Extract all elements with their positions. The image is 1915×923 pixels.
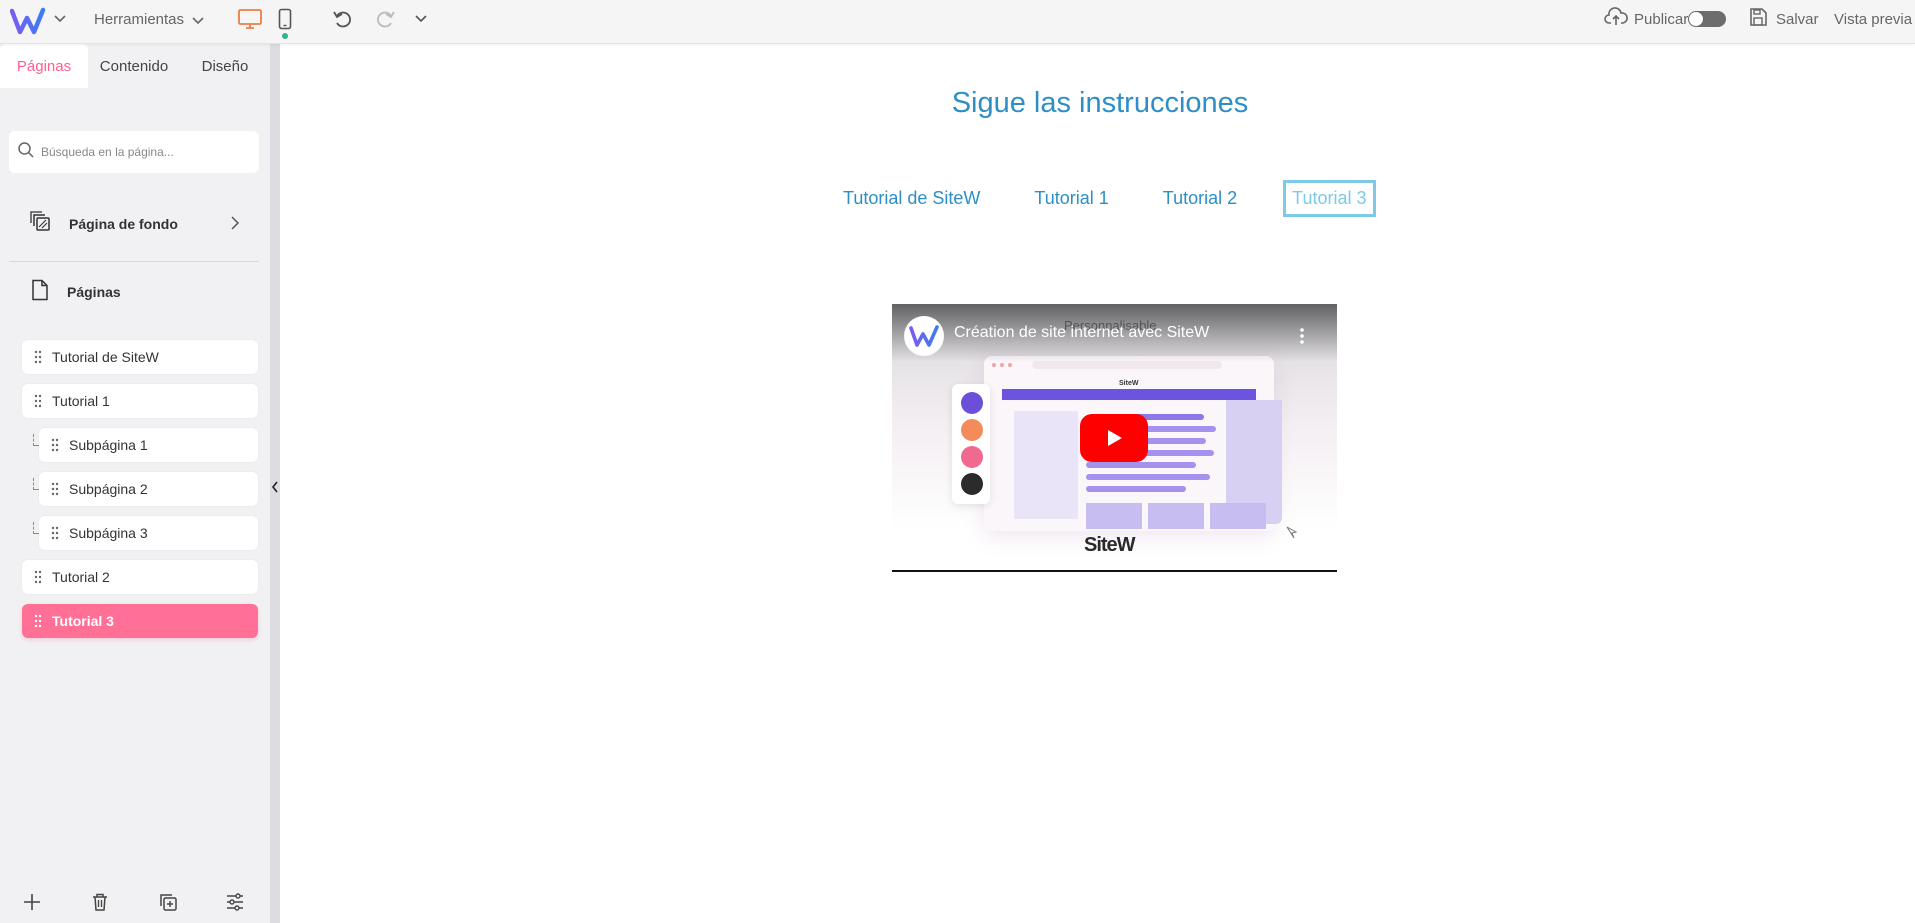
settings-sliders-icon[interactable] (223, 890, 247, 914)
page-item-label: Tutorial 2 (52, 569, 110, 585)
drag-handle-icon[interactable] (51, 482, 61, 496)
sidebar-panel: Páginas Contenido Diseño Página de fondo… (0, 44, 270, 923)
page-item-subpage-3[interactable]: Subpágina 3 (39, 516, 258, 550)
desktop-icon[interactable] (236, 6, 264, 32)
divider (9, 261, 259, 262)
publish-label: Publicar (1634, 10, 1689, 28)
page-search-input[interactable] (41, 145, 251, 159)
mobile-icon[interactable] (274, 6, 296, 32)
tab-pages[interactable]: Páginas (0, 44, 88, 88)
save-label: Salvar (1776, 10, 1819, 28)
channel-avatar[interactable] (904, 316, 944, 356)
pages-section-label: Páginas (67, 284, 121, 300)
page-item-tutorial-3[interactable]: Tutorial 3 (22, 604, 258, 638)
pages-section-header: Páginas (30, 274, 260, 310)
editor-canvas: Sigue las instrucciones Tutorial de Site… (280, 44, 1915, 923)
page-item-label: Subpágina 3 (69, 525, 148, 541)
drag-handle-icon[interactable] (34, 350, 44, 364)
trash-icon[interactable] (88, 890, 112, 914)
page-item-subpage-2[interactable]: Subpágina 2 (39, 472, 258, 506)
drag-handle-icon[interactable] (34, 570, 44, 584)
layers-icon (30, 210, 52, 238)
page-item-label: Tutorial 1 (52, 393, 110, 409)
cursor-icon (1286, 526, 1298, 540)
chevron-down-icon[interactable] (50, 8, 70, 30)
drag-handle-icon[interactable] (34, 614, 44, 628)
background-page-label: Página de fondo (69, 216, 178, 232)
top-toolbar: Herramientas Publicar Salvar Vista previ… (0, 0, 1915, 44)
play-button-icon[interactable] (1080, 414, 1148, 462)
tab-content[interactable]: Contenido (88, 44, 180, 88)
page-item-label: Subpágina 2 (69, 481, 148, 497)
sidebar-tabs: Páginas Contenido Diseño (0, 44, 270, 88)
nav-link-tutorial-1[interactable]: Tutorial 1 (1026, 182, 1116, 215)
publish-button[interactable]: Publicar (1604, 6, 1688, 32)
background-page-row[interactable]: Página de fondo (30, 206, 260, 242)
cloud-upload-icon (1604, 7, 1628, 31)
page-item-label: Tutorial 3 (52, 613, 114, 629)
page-item-tutorial-1[interactable]: Tutorial 1 (22, 384, 258, 418)
embedded-video[interactable]: SiteW Personnalisable Création de site i… (892, 304, 1337, 572)
sitew-logo-icon[interactable] (8, 4, 48, 38)
redo-icon[interactable] (370, 6, 400, 32)
tab-design[interactable]: Diseño (180, 44, 270, 88)
page-search-box (9, 131, 259, 173)
drag-handle-icon[interactable] (34, 394, 44, 408)
swatch-orange (961, 419, 983, 441)
page-item-label: Tutorial de SiteW (52, 349, 159, 365)
color-palette-thumbnail (952, 384, 990, 504)
chevron-right-icon (230, 216, 244, 232)
site-navigation-menu[interactable]: Tutorial de SiteW Tutorial 1 Tutorial 2 … (835, 180, 1376, 217)
drag-handle-icon[interactable] (51, 526, 61, 540)
tools-menu-label: Herramientas (94, 10, 185, 28)
drag-handle-icon[interactable] (51, 438, 61, 452)
chevron-down-icon[interactable] (410, 8, 432, 30)
page-item-label: Subpágina 1 (69, 437, 148, 453)
video-title[interactable]: Création de site internet avec SiteW (954, 324, 1209, 342)
chevron-down-icon (192, 12, 206, 26)
plus-icon[interactable] (20, 890, 44, 914)
page-item-tutorial-sitew[interactable]: Tutorial de SiteW (22, 340, 258, 374)
tools-menu[interactable]: Herramientas (94, 8, 206, 30)
swatch-pink (961, 446, 983, 468)
video-brand-wordmark: SiteW (1084, 534, 1136, 556)
swatch-black (961, 473, 983, 495)
page-item-tutorial-2[interactable]: Tutorial 2 (22, 560, 258, 594)
preview-button[interactable]: Vista previa (1834, 6, 1912, 32)
search-icon (17, 141, 35, 164)
more-options-icon[interactable] (1292, 326, 1312, 346)
nav-link-tutorial-sitew[interactable]: Tutorial de SiteW (835, 182, 988, 215)
active-device-indicator (282, 33, 288, 39)
document-icon (30, 279, 50, 306)
save-button[interactable]: Salvar (1748, 6, 1819, 32)
undo-icon[interactable] (328, 6, 358, 32)
nav-link-tutorial-3[interactable]: Tutorial 3 (1283, 180, 1376, 217)
duplicate-icon[interactable] (156, 890, 180, 914)
thumbnail-brand: SiteW (1119, 380, 1139, 387)
sidebar-bottom-toolbar (0, 882, 270, 922)
publish-toggle[interactable] (1688, 11, 1726, 27)
save-icon (1748, 7, 1768, 31)
page-title[interactable]: Sigue las instrucciones (280, 87, 1915, 120)
swatch-purple (961, 392, 983, 414)
nav-link-tutorial-2[interactable]: Tutorial 2 (1155, 182, 1245, 215)
page-item-subpage-1[interactable]: Subpágina 1 (39, 428, 258, 462)
